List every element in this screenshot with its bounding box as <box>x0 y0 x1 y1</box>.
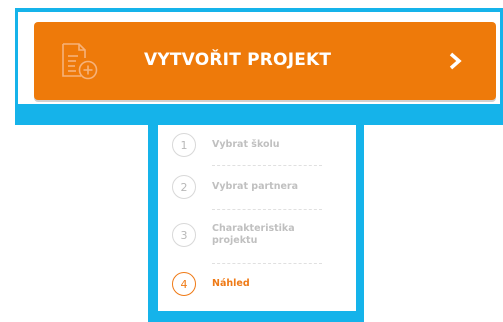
step-divider <box>212 263 322 264</box>
step-4[interactable]: 4 Náhled <box>172 272 332 296</box>
step-number: 4 <box>172 272 196 296</box>
step-3[interactable]: 3 Charakteristika projektu <box>172 223 332 247</box>
step-1[interactable]: 1 Vybrat školu <box>172 133 332 157</box>
chevron-right-icon <box>449 52 462 70</box>
step-divider <box>212 209 322 210</box>
step-label: Charakteristika projektu <box>212 223 295 246</box>
step-label: Náhled <box>212 278 250 289</box>
project-steps: 1 Vybrat školu 2 Vybrat partnera 3 Chara… <box>158 125 356 311</box>
step-divider <box>212 165 322 166</box>
highlight-frame-steps: 1 Vybrat školu 2 Vybrat partnera 3 Chara… <box>148 125 364 322</box>
create-project-label: VYTVOŘIT PROJEKT <box>144 50 332 70</box>
step-label: Vybrat partnera <box>212 181 299 192</box>
create-project-button[interactable]: VYTVOŘIT PROJEKT <box>34 22 496 100</box>
step-number: 3 <box>172 223 196 247</box>
page: VYTVOŘIT PROJEKT 1 Vybrat školu 2 Vybrat… <box>0 0 503 322</box>
step-label: Vybrat školu <box>212 139 280 150</box>
step-number: 1 <box>172 133 196 157</box>
new-document-icon <box>62 43 98 80</box>
step-2[interactable]: 2 Vybrat partnera <box>172 175 332 199</box>
step-number: 2 <box>172 175 196 199</box>
